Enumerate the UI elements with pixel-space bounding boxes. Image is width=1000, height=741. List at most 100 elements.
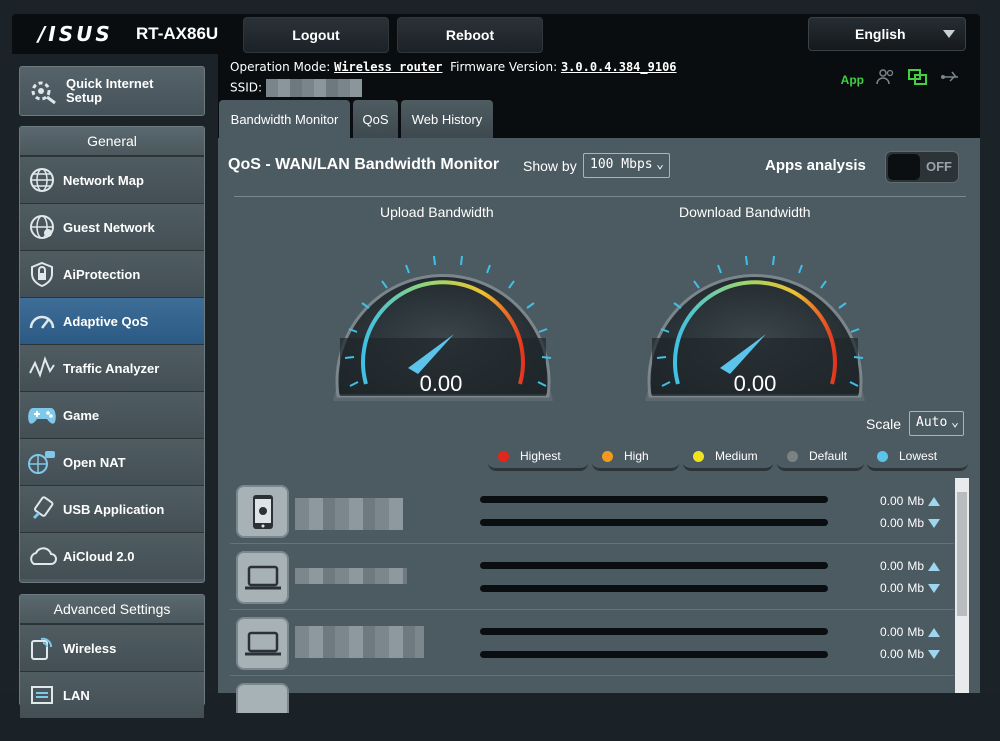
operation-mode-link[interactable]: Wireless router (334, 60, 442, 74)
rate-unit: Mb (907, 581, 924, 595)
globe-icon (27, 165, 57, 195)
apps-analysis-toggle[interactable]: OFF (885, 151, 959, 183)
sidebar-item-open-nat[interactable]: Open NAT (20, 438, 204, 485)
sidebar-item-label: Adaptive QoS (63, 313, 149, 329)
sidebar-item-aiprotection[interactable]: AiProtection (20, 250, 204, 297)
apps-analysis-label: Apps analysis (765, 157, 866, 174)
chevron-down-icon: ⌄ (656, 157, 664, 172)
toggle-state: OFF (926, 159, 952, 174)
scale-select[interactable]: Auto ⌄ (909, 411, 964, 436)
tab-qos[interactable]: QoS (353, 100, 398, 138)
nat-icon (27, 447, 57, 477)
cloud-icon (27, 541, 57, 571)
sidebar-item-label: Guest Network (63, 219, 155, 235)
advanced-nav: Advanced Settings Wireless LAN (19, 594, 205, 718)
upload-gauge-label: Upload Bandwidth (380, 204, 494, 220)
toggle-knob (888, 154, 920, 180)
wizard-icon (28, 76, 58, 106)
sidebar-item-adaptive-qos[interactable]: Adaptive QoS (20, 297, 204, 344)
sidebar-item-usb-application[interactable]: USB Application (20, 485, 204, 532)
legend-label: High (624, 449, 649, 463)
sidebar-item-aicloud[interactable]: AiCloud 2.0 (20, 532, 204, 579)
tab-bandwidth-monitor[interactable]: Bandwidth Monitor (219, 100, 350, 138)
traffic-graph-icon (27, 353, 57, 383)
legend-medium: Medium (683, 444, 773, 471)
app-status-link[interactable]: App (841, 73, 864, 87)
list-item[interactable]: 0.00 Mb 0.00 Mb (230, 478, 954, 544)
download-arrow-icon (928, 649, 940, 659)
clients-icon[interactable] (876, 68, 896, 91)
download-bar (480, 651, 828, 658)
chevron-down-icon (943, 30, 955, 38)
firmware-link[interactable]: 3.0.0.4.384_9106 (561, 60, 677, 74)
download-bar (480, 585, 828, 592)
upload-arrow-icon (928, 627, 940, 637)
upload-bar (480, 496, 828, 503)
rate-value: 0.00 (879, 625, 904, 639)
download-value: 0.00 (734, 371, 777, 396)
high-dot-icon (602, 450, 613, 462)
upload-bar (480, 628, 828, 635)
internet-status-icon[interactable] (908, 68, 928, 91)
upload-rate: 0.00 Mb (880, 559, 940, 573)
rate-unit: Mb (907, 647, 924, 661)
download-rate: 0.00 Mb (880, 647, 940, 661)
show-by-select[interactable]: 100 Mbps ⌄ (583, 153, 670, 178)
highest-dot-icon (498, 450, 509, 462)
sidebar-item-lan[interactable]: LAN (20, 671, 204, 718)
device-list-scrollbar[interactable] (955, 478, 969, 693)
upload-arrow-icon (928, 496, 940, 506)
shield-lock-icon (27, 259, 57, 289)
legend-label: Default (809, 449, 848, 463)
ssid-label: SSID: (230, 80, 263, 95)
language-value: English (855, 26, 906, 42)
scale-value: Auto (916, 415, 948, 430)
quick-internet-setup[interactable]: Quick Internet Setup (19, 66, 205, 116)
lan-icon (27, 680, 57, 710)
phone-icon (236, 485, 289, 538)
gamepad-icon (27, 400, 57, 430)
firmware-label: Firmware Version: (450, 60, 558, 74)
rate-unit: Mb (907, 625, 924, 639)
legend-label: Highest (520, 449, 561, 463)
usb-icon (27, 494, 57, 524)
download-bar (480, 519, 828, 526)
sidebar-item-label: Wireless (63, 640, 117, 656)
reboot-button[interactable]: Reboot (397, 17, 543, 53)
asus-logo: /ISUS (38, 22, 113, 46)
rate-unit: Mb (907, 559, 924, 573)
download-arrow-icon (928, 583, 940, 593)
laptop-icon (236, 683, 289, 713)
page-title: QoS - WAN/LAN Bandwidth Monitor (228, 156, 500, 173)
quick-setup-label: Quick Internet Setup (66, 76, 154, 105)
sidebar-item-traffic-analyzer[interactable]: Traffic Analyzer (20, 344, 204, 391)
sidebar-item-network-map[interactable]: Network Map (20, 156, 204, 203)
sidebar-item-label: LAN (63, 687, 90, 703)
logout-button[interactable]: Logout (243, 17, 389, 53)
language-select[interactable]: English (808, 17, 966, 51)
operation-mode-label: Operation Mode: (230, 60, 331, 74)
legend-label: Medium (715, 449, 758, 463)
ssid-redacted (265, 79, 362, 97)
sidebar-item-game[interactable]: Game (20, 391, 204, 438)
list-item[interactable] (230, 676, 954, 741)
sidebar-item-label: AiProtection (63, 266, 141, 282)
speedometer-icon (27, 306, 57, 336)
laptop-icon (236, 617, 289, 670)
wireless-icon (27, 633, 57, 663)
advanced-header: Advanced Settings (20, 595, 204, 624)
upload-gauge: 0.00 (333, 255, 553, 401)
upload-arrow-icon (928, 561, 940, 571)
sidebar-item-label: Traffic Analyzer (63, 360, 160, 376)
list-item[interactable]: 0.00 Mb 0.00 Mb (230, 544, 954, 610)
legend-highest: Highest (488, 444, 588, 471)
legend-high: High (592, 444, 679, 471)
usb-status-icon[interactable] (940, 69, 960, 90)
general-nav: General Network Map Guest Network AiProt… (19, 126, 205, 583)
list-item[interactable]: 0.00 Mb 0.00 Mb (230, 610, 954, 676)
sidebar-item-guest-network[interactable]: Guest Network (20, 203, 204, 250)
sidebar-item-wireless[interactable]: Wireless (20, 624, 204, 671)
scrollbar-thumb[interactable] (957, 492, 967, 616)
device-name-redacted (295, 498, 403, 530)
tab-web-history[interactable]: Web History (401, 100, 493, 138)
